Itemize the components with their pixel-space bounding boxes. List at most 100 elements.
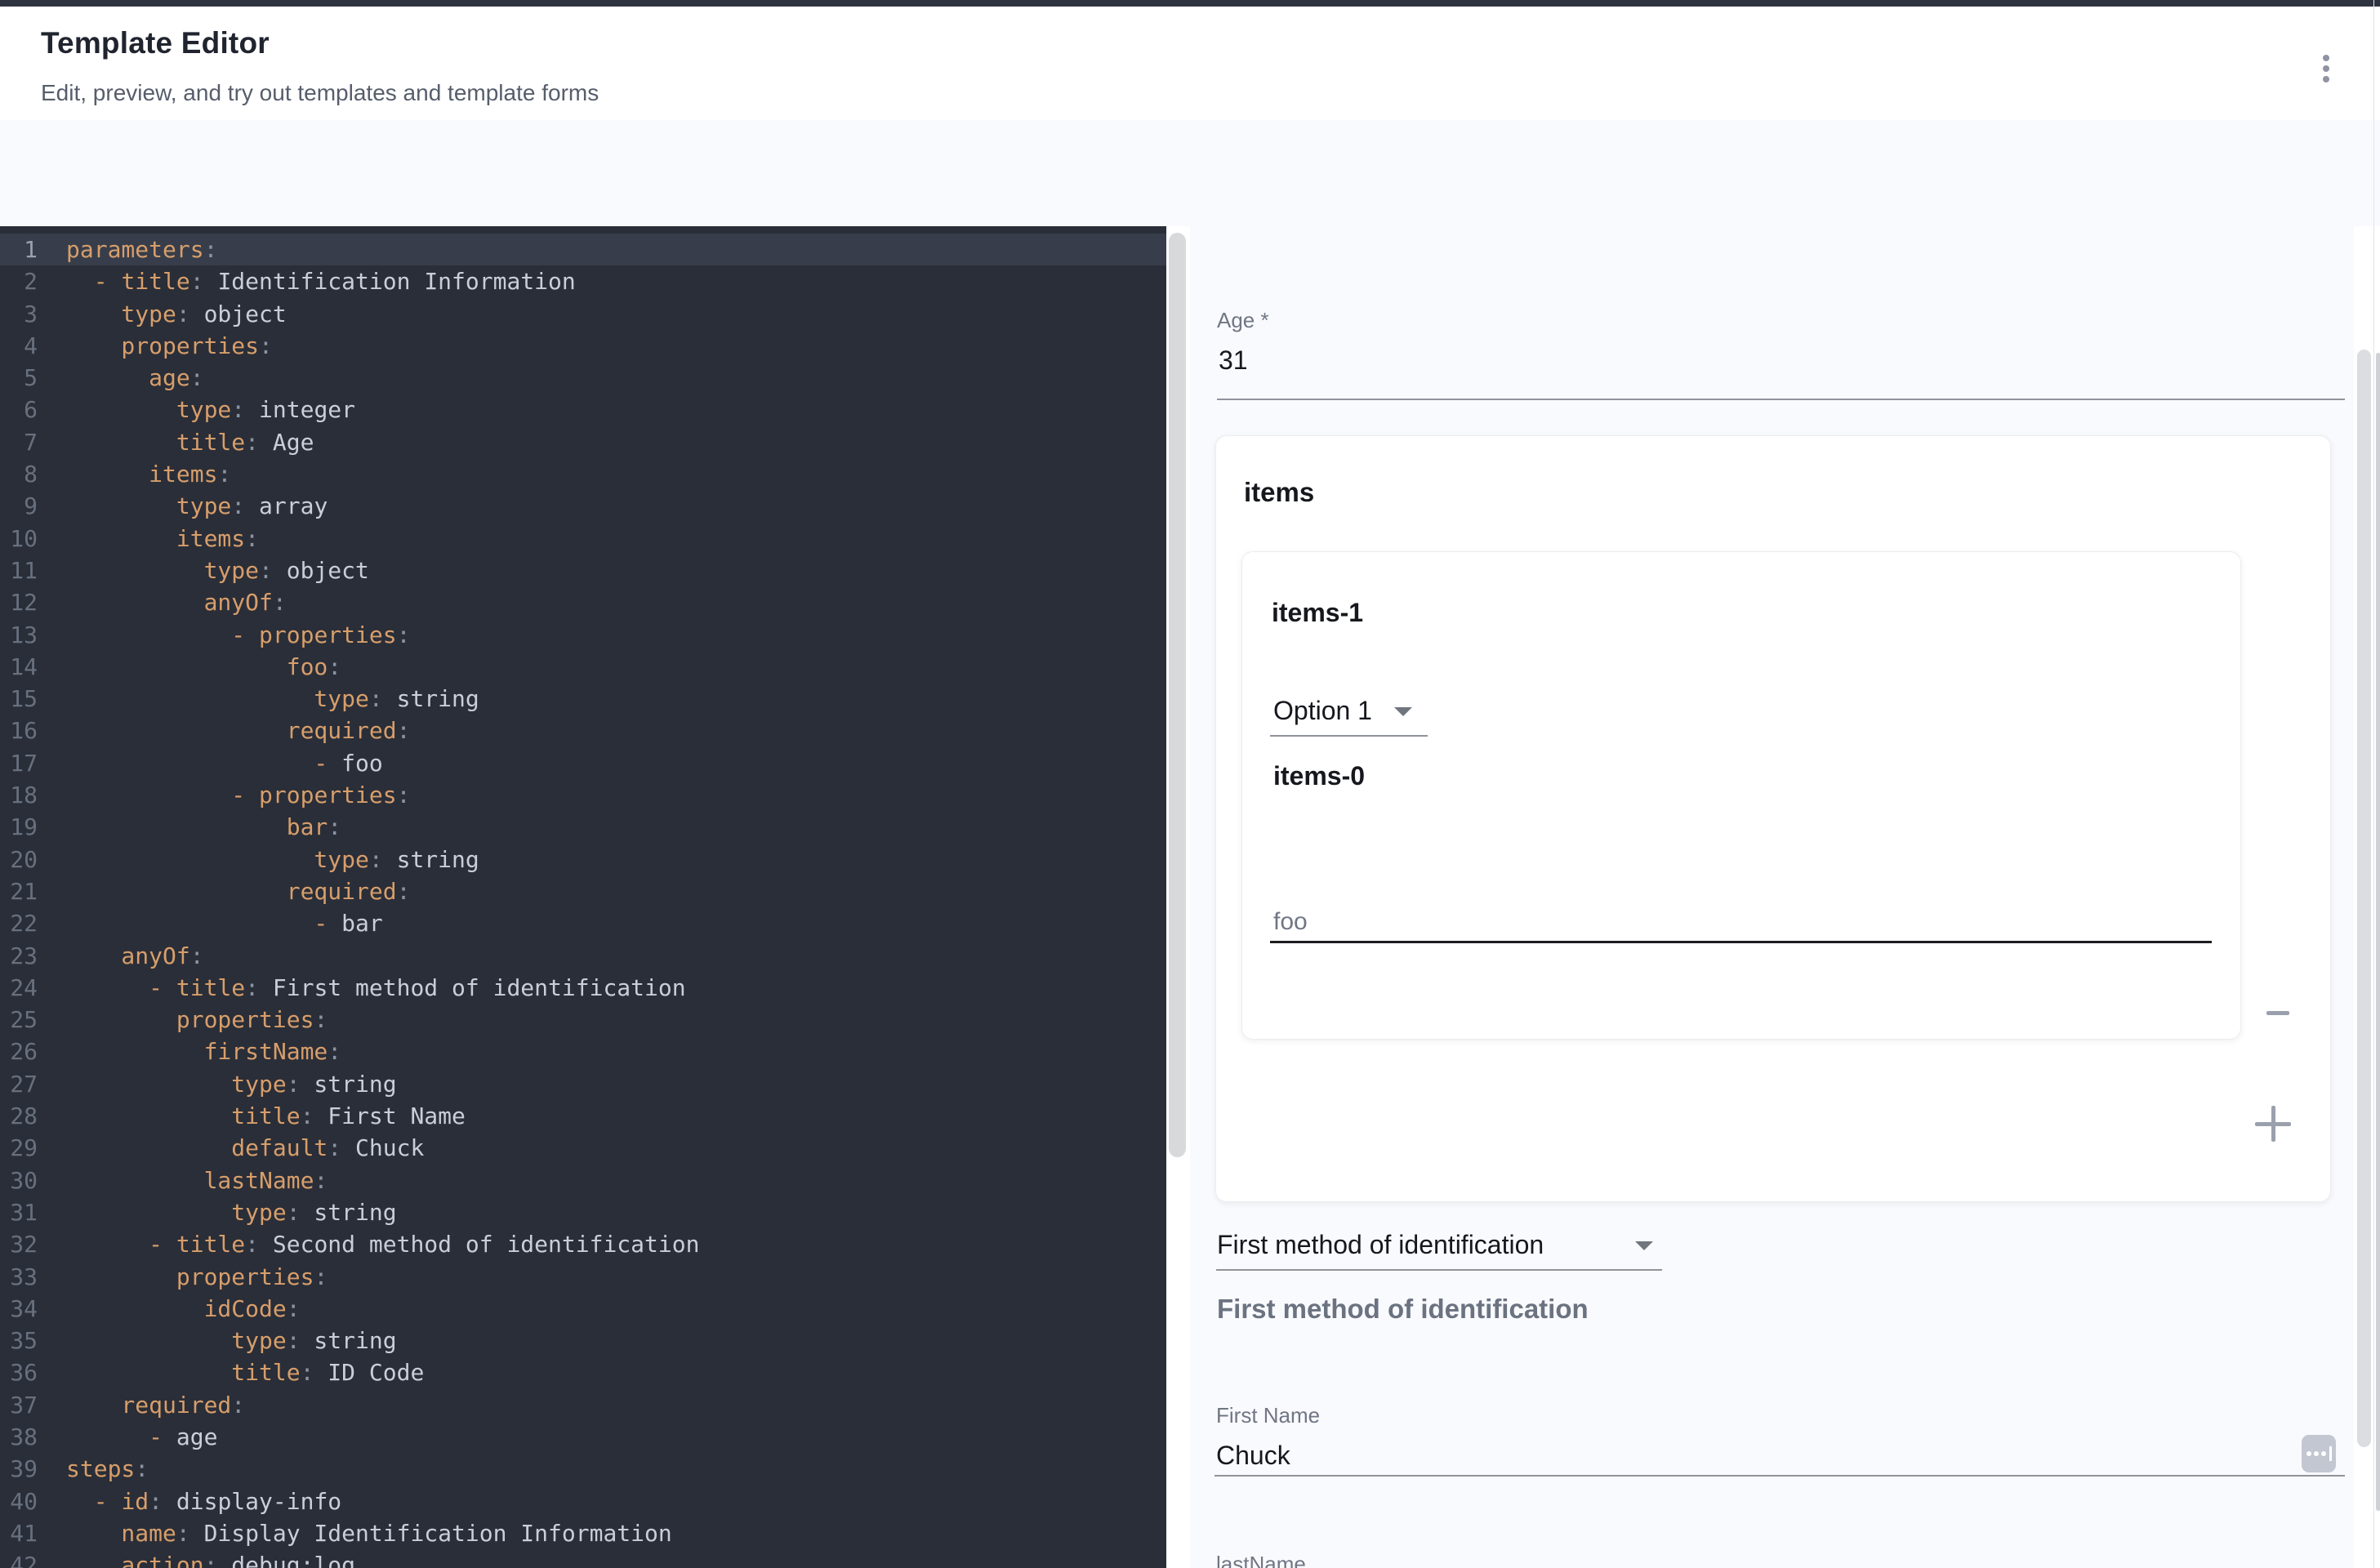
editor-scrollbar-thumb[interactable] xyxy=(1169,233,1186,1157)
line-number: 14 xyxy=(0,651,38,683)
line-number: 36 xyxy=(0,1356,38,1388)
editor-line-1[interactable]: 1parameters: xyxy=(0,234,1166,265)
editor-line-3[interactable]: 3 type: object xyxy=(0,298,1166,330)
line-number: 25 xyxy=(0,1004,38,1036)
page-scrollbar-thumb[interactable] xyxy=(2376,353,2380,1511)
editor-line-14[interactable]: 14 foo: xyxy=(0,651,1166,683)
line-number: 10 xyxy=(0,523,38,555)
editor-line-39[interactable]: 39steps: xyxy=(0,1453,1166,1485)
editor-line-30[interactable]: 30 lastName: xyxy=(0,1165,1166,1196)
chevron-down-icon[interactable] xyxy=(1635,1241,1653,1250)
line-number: 2 xyxy=(0,265,38,297)
editor-line-6[interactable]: 6 type: integer xyxy=(0,394,1166,425)
editor-line-42[interactable]: 42 action: debug:log xyxy=(0,1549,1166,1568)
editor-line-24[interactable]: 24 - title: First method of identificati… xyxy=(0,972,1166,1004)
editor-line-13[interactable]: 13 - properties: xyxy=(0,619,1166,651)
line-number: 6 xyxy=(0,394,38,425)
foo-input-label: foo xyxy=(1273,908,1308,936)
items-1-card: items-1 Option 1 items-0 foo xyxy=(1241,551,2241,1040)
foo-input-underline[interactable] xyxy=(1270,941,2212,943)
age-label: Age * xyxy=(1217,308,1269,333)
editor-line-26[interactable]: 26 firstName: xyxy=(0,1036,1166,1067)
editor-line-10[interactable]: 10 items: xyxy=(0,523,1166,555)
editor-line-20[interactable]: 20 type: string xyxy=(0,844,1166,875)
line-number: 40 xyxy=(0,1486,38,1517)
panel-scrollbar-thumb[interactable] xyxy=(2357,350,2371,1447)
page-title: Template Editor xyxy=(41,26,270,60)
line-number: 18 xyxy=(0,779,38,811)
editor-line-40[interactable]: 40 - id: display-info xyxy=(0,1486,1166,1517)
line-number: 15 xyxy=(0,683,38,715)
form-preview-panel: Age * 31 items items-1 Option 1 items-0 … xyxy=(1190,226,2380,1568)
editor-line-11[interactable]: 11 type: object xyxy=(0,555,1166,586)
line-number: 35 xyxy=(0,1325,38,1356)
editor-line-23[interactable]: 23 anyOf: xyxy=(0,940,1166,972)
method-section-heading: First method of identification xyxy=(1217,1294,1589,1325)
line-number: 29 xyxy=(0,1132,38,1164)
editor-line-34[interactable]: 34 idCode: xyxy=(0,1293,1166,1325)
option-select-underline xyxy=(1270,735,1428,737)
editor-line-8[interactable]: 8 items: xyxy=(0,458,1166,490)
items-1-title: items-1 xyxy=(1272,598,1363,628)
editor-line-32[interactable]: 32 - title: Second method of identificat… xyxy=(0,1228,1166,1260)
line-number: 33 xyxy=(0,1261,38,1293)
age-input[interactable]: 31 xyxy=(1219,345,1248,376)
header: Template Editor Edit, preview, and try o… xyxy=(0,7,2380,121)
method-select[interactable]: First method of identification xyxy=(1217,1230,1544,1260)
line-number: 9 xyxy=(0,490,38,522)
editor-line-22[interactable]: 22 - bar xyxy=(0,907,1166,939)
editor-line-37[interactable]: 37 required: xyxy=(0,1389,1166,1421)
editor-line-12[interactable]: 12 anyOf: xyxy=(0,586,1166,618)
line-number: 32 xyxy=(0,1228,38,1260)
minus-icon xyxy=(2266,1011,2289,1015)
editor-line-2[interactable]: 2 - title: Identification Information xyxy=(0,265,1166,297)
editor-line-5[interactable]: 5 age: xyxy=(0,362,1166,394)
editor-line-16[interactable]: 16 required: xyxy=(0,715,1166,746)
editor-line-33[interactable]: 33 properties: xyxy=(0,1261,1166,1293)
chevron-down-icon[interactable] xyxy=(1394,707,1412,716)
editor-line-17[interactable]: 17 - foo xyxy=(0,747,1166,779)
editor-line-18[interactable]: 18 - properties: xyxy=(0,779,1166,811)
editor-line-29[interactable]: 29 default: Chuck xyxy=(0,1132,1166,1164)
editor-line-31[interactable]: 31 type: string xyxy=(0,1196,1166,1228)
editor-line-36[interactable]: 36 title: ID Code xyxy=(0,1356,1166,1388)
option-select[interactable]: Option 1 xyxy=(1273,696,1372,726)
first-name-label: First Name xyxy=(1216,1403,1320,1428)
editor-line-41[interactable]: 41 name: Display Identification Informat… xyxy=(0,1517,1166,1549)
kebab-menu-button[interactable] xyxy=(2306,49,2346,88)
add-item-button[interactable] xyxy=(2247,1098,2299,1150)
line-number: 42 xyxy=(0,1549,38,1568)
line-number: 12 xyxy=(0,586,38,618)
editor-line-7[interactable]: 7 title: Age xyxy=(0,426,1166,458)
editor-line-27[interactable]: 27 type: string xyxy=(0,1068,1166,1100)
line-number: 4 xyxy=(0,330,38,362)
items-card-title: items xyxy=(1244,477,1314,508)
first-name-input[interactable]: Chuck xyxy=(1216,1441,1290,1471)
kebab-dot xyxy=(2323,76,2329,82)
line-number: 31 xyxy=(0,1196,38,1228)
last-name-label: lastName xyxy=(1216,1552,1306,1568)
editor-line-4[interactable]: 4 properties: xyxy=(0,330,1166,362)
remove-item-button[interactable] xyxy=(2253,988,2302,1037)
yaml-code-editor[interactable]: 1parameters:2 - title: Identification In… xyxy=(0,226,1166,1568)
editor-line-15[interactable]: 15 type: string xyxy=(0,683,1166,715)
editor-line-35[interactable]: 35 type: string xyxy=(0,1325,1166,1356)
line-number: 11 xyxy=(0,555,38,586)
line-number: 20 xyxy=(0,844,38,875)
editor-line-25[interactable]: 25 properties: xyxy=(0,1004,1166,1036)
line-number: 41 xyxy=(0,1517,38,1549)
age-underline xyxy=(1217,399,2345,400)
line-number: 21 xyxy=(0,875,38,907)
editor-line-28[interactable]: 28 title: First Name xyxy=(0,1100,1166,1132)
method-select-underline xyxy=(1216,1269,1662,1271)
autofill-extension-icon[interactable] xyxy=(2302,1435,2336,1472)
line-number: 24 xyxy=(0,972,38,1004)
line-number: 16 xyxy=(0,715,38,746)
editor-line-9[interactable]: 9 type: array xyxy=(0,490,1166,522)
editor-line-19[interactable]: 19 bar: xyxy=(0,811,1166,843)
line-number: 39 xyxy=(0,1453,38,1485)
editor-line-38[interactable]: 38 - age xyxy=(0,1421,1166,1453)
line-number: 30 xyxy=(0,1165,38,1196)
editor-line-21[interactable]: 21 required: xyxy=(0,875,1166,907)
line-number: 19 xyxy=(0,811,38,843)
